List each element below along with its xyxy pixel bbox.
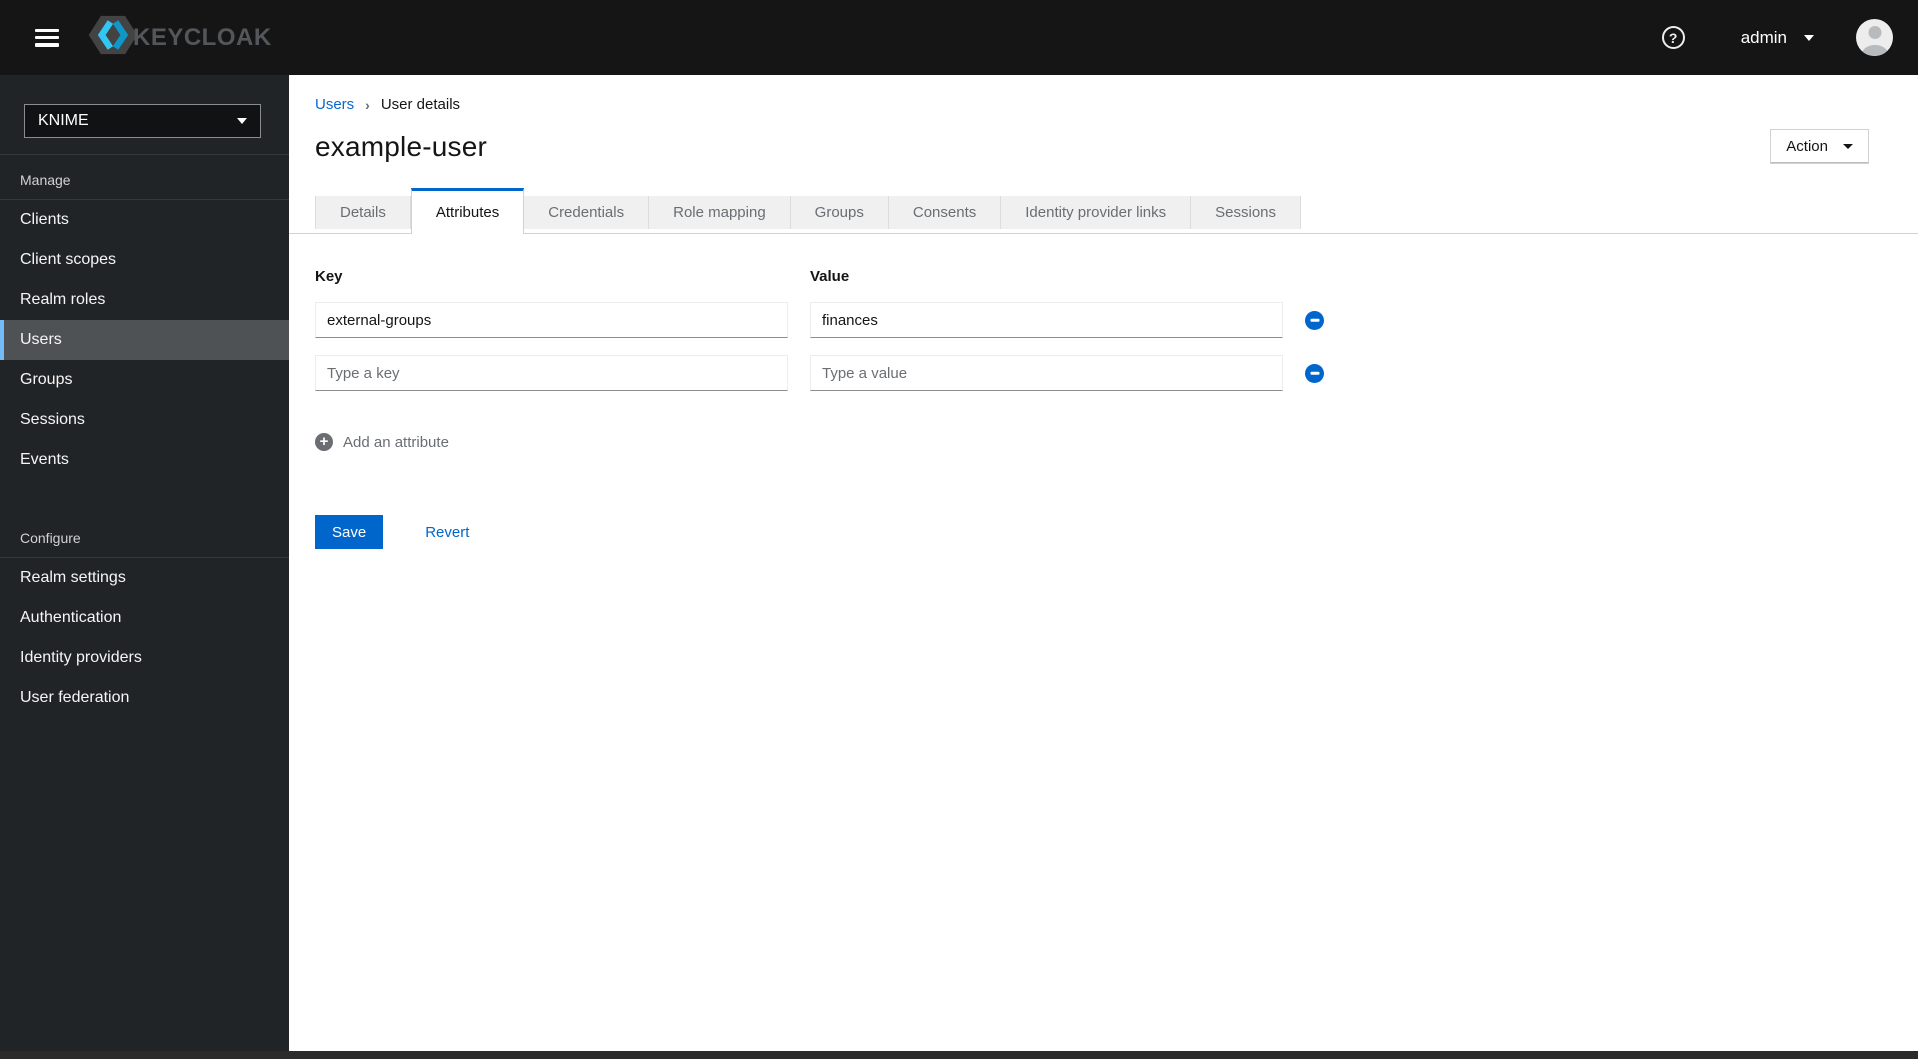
- sidebar-item-users[interactable]: Users: [0, 320, 289, 360]
- main-content: Users User details example-user Action D…: [289, 75, 1918, 1051]
- hamburger-menu-icon[interactable]: [35, 28, 59, 47]
- tab-consents[interactable]: Consents: [888, 196, 1002, 229]
- action-dropdown-button[interactable]: Action: [1770, 129, 1869, 164]
- sidebar-item-groups[interactable]: Groups: [0, 360, 289, 400]
- attributes-grid: Key Value: [315, 268, 1869, 391]
- nav-section-title-configure: Configure: [0, 513, 289, 558]
- sidebar-item-realm-settings[interactable]: Realm settings: [0, 558, 289, 598]
- tab-credentials[interactable]: Credentials: [524, 196, 650, 229]
- sidebar-nav: Manage Clients Client scopes Realm roles Use…: [0, 155, 289, 718]
- remove-attribute-button-1[interactable]: [1305, 363, 1324, 383]
- tabs-strip: Details Attributes Credentials Role mapping…: [289, 188, 1918, 234]
- action-label: Action: [1786, 138, 1828, 155]
- topbar: KEYCLOAK admin: [0, 0, 1918, 75]
- chevron-right-icon: [365, 97, 370, 113]
- topbar-right: admin: [1661, 19, 1893, 56]
- tab-details[interactable]: Details: [315, 196, 411, 229]
- sidebar-item-client-scopes[interactable]: Client scopes: [0, 240, 289, 280]
- breadcrumb: Users User details: [315, 96, 1869, 113]
- page-title: example-user: [315, 130, 488, 162]
- bottom-strip: [0, 1051, 1918, 1059]
- username-label: admin: [1740, 27, 1787, 47]
- attribute-value-input-0[interactable]: [810, 302, 1283, 338]
- sidebar-item-clients[interactable]: Clients: [0, 200, 289, 240]
- keycloak-logo-icon: [87, 12, 139, 63]
- attribute-key-input-1[interactable]: [315, 355, 788, 391]
- breadcrumb-current: User details: [380, 96, 461, 113]
- help-icon[interactable]: [1661, 26, 1685, 49]
- revert-link[interactable]: Revert: [425, 524, 469, 541]
- breadcrumb-link-users[interactable]: Users: [315, 96, 354, 113]
- remove-attribute-button-0[interactable]: [1305, 310, 1324, 330]
- user-dropdown[interactable]: admin: [1741, 28, 1814, 48]
- tab-attributes[interactable]: Attributes: [410, 188, 525, 234]
- sidebar-item-identity-providers[interactable]: Identity providers: [0, 638, 289, 678]
- sidebar-item-user-federation[interactable]: User federation: [0, 678, 289, 718]
- brand-text: KEYCLOAK: [133, 23, 272, 51]
- attribute-key-input-0[interactable]: [315, 302, 788, 338]
- avatar[interactable]: [1856, 19, 1893, 56]
- realm-name: KNIME: [38, 112, 89, 129]
- add-attribute-button[interactable]: Add an attribute: [315, 433, 1869, 451]
- add-attribute-label: Add an attribute: [343, 433, 449, 451]
- realm-selector-section: KNIME: [0, 75, 289, 155]
- sidebar: KNIME Manage Clients Client scopes Realm ro…: [0, 75, 289, 1051]
- sidebar-item-events[interactable]: Events: [0, 440, 289, 480]
- sidebar-item-authentication[interactable]: Authentication: [0, 598, 289, 638]
- sidebar-item-sessions[interactable]: Sessions: [0, 400, 289, 440]
- realm-selector[interactable]: KNIME: [24, 104, 261, 138]
- nav-section-title-manage: Manage: [0, 155, 289, 200]
- tab-sessions[interactable]: Sessions: [1191, 196, 1302, 229]
- sidebar-item-realm-roles[interactable]: Realm roles: [0, 280, 289, 320]
- caret-down-icon: [1804, 34, 1814, 41]
- caret-down-icon: [1843, 144, 1853, 149]
- nav-section-manage: Manage Clients Client scopes Realm roles Use…: [0, 155, 289, 480]
- form-actions: Save Revert: [315, 515, 1869, 549]
- keycloak-logo: KEYCLOAK: [87, 12, 272, 63]
- tab-groups[interactable]: Groups: [790, 196, 889, 229]
- page-header: example-user Action: [315, 129, 1869, 164]
- caret-down-icon: [237, 118, 247, 124]
- attribute-value-input-1[interactable]: [810, 355, 1283, 391]
- avatar-person-icon: [1868, 26, 1881, 39]
- value-column-header: Value: [810, 268, 850, 285]
- save-button[interactable]: Save: [315, 515, 384, 549]
- key-column-header: Key: [315, 268, 343, 285]
- nav-section-configure: Configure Realm settings Authentication Ide…: [0, 513, 289, 718]
- tab-role-mapping[interactable]: Role mapping: [649, 196, 791, 229]
- attributes-form: Key Value Add an attribute Save Revert: [315, 268, 1869, 549]
- plus-circle-icon: [315, 433, 333, 451]
- tab-identity-provider-links[interactable]: Identity provider links: [1001, 196, 1192, 229]
